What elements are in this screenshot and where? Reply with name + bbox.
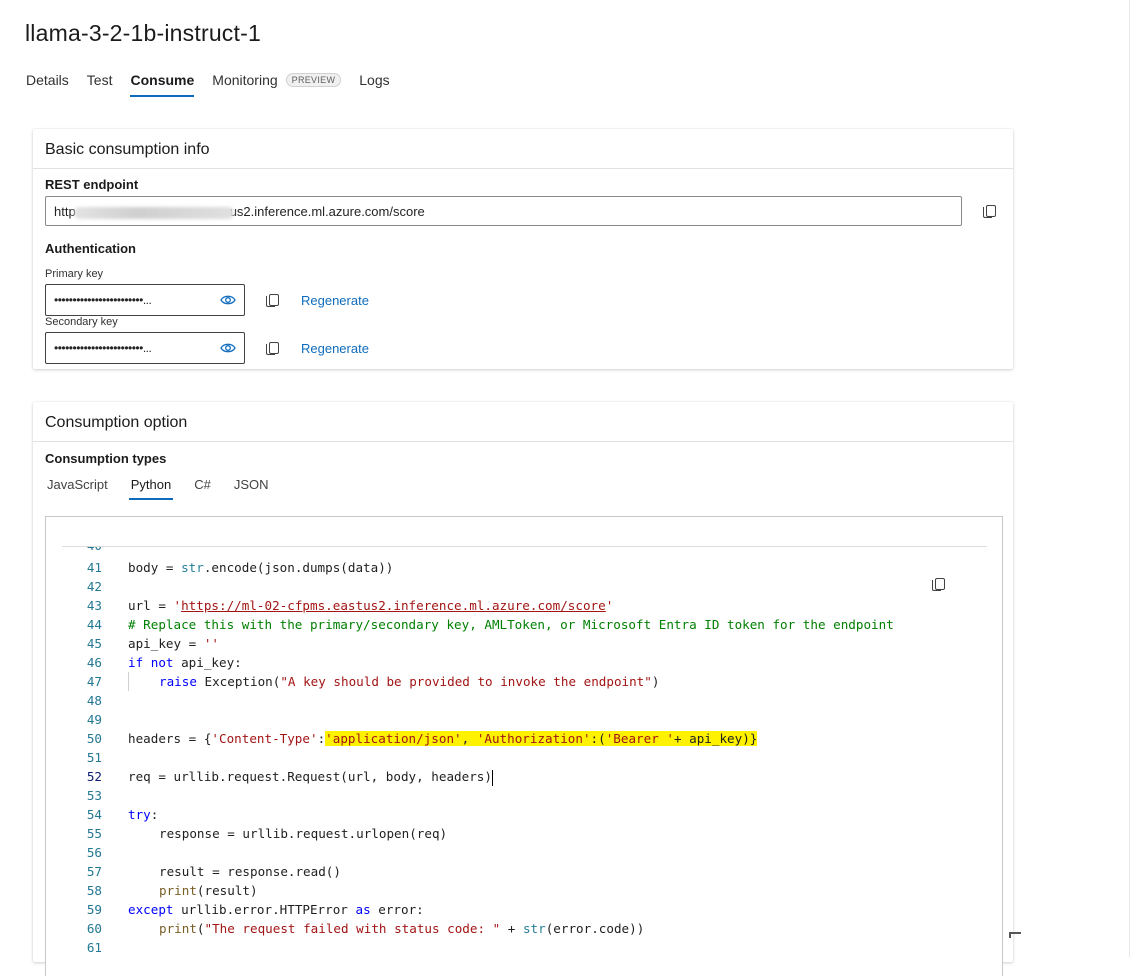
- secondary-key-value: ••••••••••••••••••••••••...: [54, 341, 152, 355]
- code-line: 59 except urllib.error.HTTPError as error…: [86, 902, 424, 917]
- code-line: 54 try:: [86, 807, 159, 822]
- tab-details-label: Details: [26, 72, 69, 88]
- code-line: 49: [86, 712, 102, 727]
- tab-python[interactable]: Python: [128, 477, 174, 500]
- tab-logs[interactable]: Logs: [359, 72, 389, 97]
- code-line: 45 api_key = '': [86, 636, 219, 651]
- regenerate-secondary-link[interactable]: Regenerate: [301, 341, 369, 356]
- code-line: 57 result = response.read(): [86, 864, 341, 879]
- code-line: 44 # Replace this with the primary/second…: [86, 617, 894, 632]
- code-line: 51: [86, 750, 102, 765]
- endpoint-suffix: us2.inference.ml.azure.com/score: [229, 204, 425, 219]
- tab-monitoring-label: Monitoring: [212, 72, 278, 88]
- copy-secondary-key-icon[interactable]: [266, 342, 279, 355]
- code-line: 41 body = str.encode(json.dumps(data)): [86, 560, 394, 575]
- show-secondary-key-eye-icon[interactable]: [220, 342, 236, 354]
- tab-details[interactable]: Details: [26, 72, 69, 97]
- text-cursor: [491, 769, 493, 786]
- preview-badge: PREVIEW: [285, 73, 342, 87]
- tab-consume[interactable]: Consume: [130, 72, 195, 97]
- show-primary-key-eye-icon[interactable]: [220, 294, 236, 306]
- code-line: 46 if not api_key:: [86, 655, 242, 670]
- tab-test-label: Test: [86, 72, 113, 88]
- code-line: 53: [86, 788, 102, 803]
- copy-code-icon[interactable]: [932, 578, 945, 591]
- code-line: 50 headers = {'Content-Type':'application…: [86, 731, 758, 746]
- tab-json[interactable]: JSON: [232, 477, 271, 500]
- consumption-type-tabs: JavaScript Python C# JSON: [45, 477, 289, 500]
- code-line: 52 req = urllib.request.Request(url, body…: [86, 769, 493, 786]
- primary-key-field[interactable]: ••••••••••••••••••••••••...: [45, 284, 245, 316]
- code-line: 43 url = 'https://ml-02-cfpms.eastus2.inf…: [86, 598, 614, 613]
- tab-logs-label: Logs: [359, 72, 390, 88]
- secondary-key-field[interactable]: ••••••••••••••••••••••••...: [45, 332, 245, 364]
- primary-key-label: Primary key: [45, 268, 104, 280]
- code-line: 42: [86, 579, 102, 594]
- tab-test[interactable]: Test: [87, 72, 113, 97]
- primary-key-value: ••••••••••••••••••••••••...: [54, 293, 152, 307]
- code-line: 58 print(result): [86, 883, 258, 898]
- code-line: 48: [86, 693, 102, 708]
- code-line: 56: [86, 845, 102, 860]
- code-line: 40: [62, 547, 128, 555]
- secondary-key-label: Secondary key: [45, 316, 118, 328]
- main-tabs: Details Test Consume Monitoring PREVIEW L…: [26, 72, 408, 97]
- code-sample-frame: 40 41body = str.encode(json.dumps(data))…: [45, 516, 1021, 976]
- rest-endpoint-label: REST endpoint: [45, 177, 139, 192]
- regenerate-primary-link[interactable]: Regenerate: [301, 293, 369, 308]
- basic-consumption-header: Basic consumption info: [33, 129, 1013, 169]
- code-line: 55 response = urllib.request.urlopen(req): [86, 826, 448, 841]
- consumption-types-label: Consumption types: [45, 451, 167, 466]
- copy-primary-key-icon[interactable]: [266, 294, 279, 307]
- copy-endpoint-icon[interactable]: [983, 205, 996, 218]
- code-editor[interactable]: 40 41body = str.encode(json.dumps(data))…: [62, 546, 987, 976]
- endpoint-redaction: [73, 206, 234, 219]
- tab-consume-label: Consume: [130, 72, 195, 88]
- authentication-label: Authentication: [45, 241, 136, 256]
- code-line: 60 print("The request failed with status …: [86, 921, 645, 936]
- page-title: llama-3-2-1b-instruct-1: [25, 20, 261, 46]
- tab-csharp[interactable]: C#: [192, 477, 213, 500]
- code-line: 47 raise Exception("A key should be provi…: [86, 672, 660, 691]
- consumption-option-card: Consumption option Consumption types Jav…: [33, 402, 1021, 976]
- endpoint-prefix: http: [54, 204, 76, 219]
- code-line: 61: [86, 940, 102, 955]
- basic-consumption-card: Basic consumption info REST endpoint htt…: [33, 129, 1013, 369]
- tab-javascript[interactable]: JavaScript: [45, 477, 110, 500]
- editor-resize-handle[interactable]: [1009, 932, 1021, 938]
- consumption-option-header: Consumption option: [33, 402, 1013, 442]
- tab-monitoring[interactable]: Monitoring PREVIEW: [212, 72, 342, 97]
- rest-endpoint-field[interactable]: http us2.inference.ml.azure.com/score: [45, 196, 962, 226]
